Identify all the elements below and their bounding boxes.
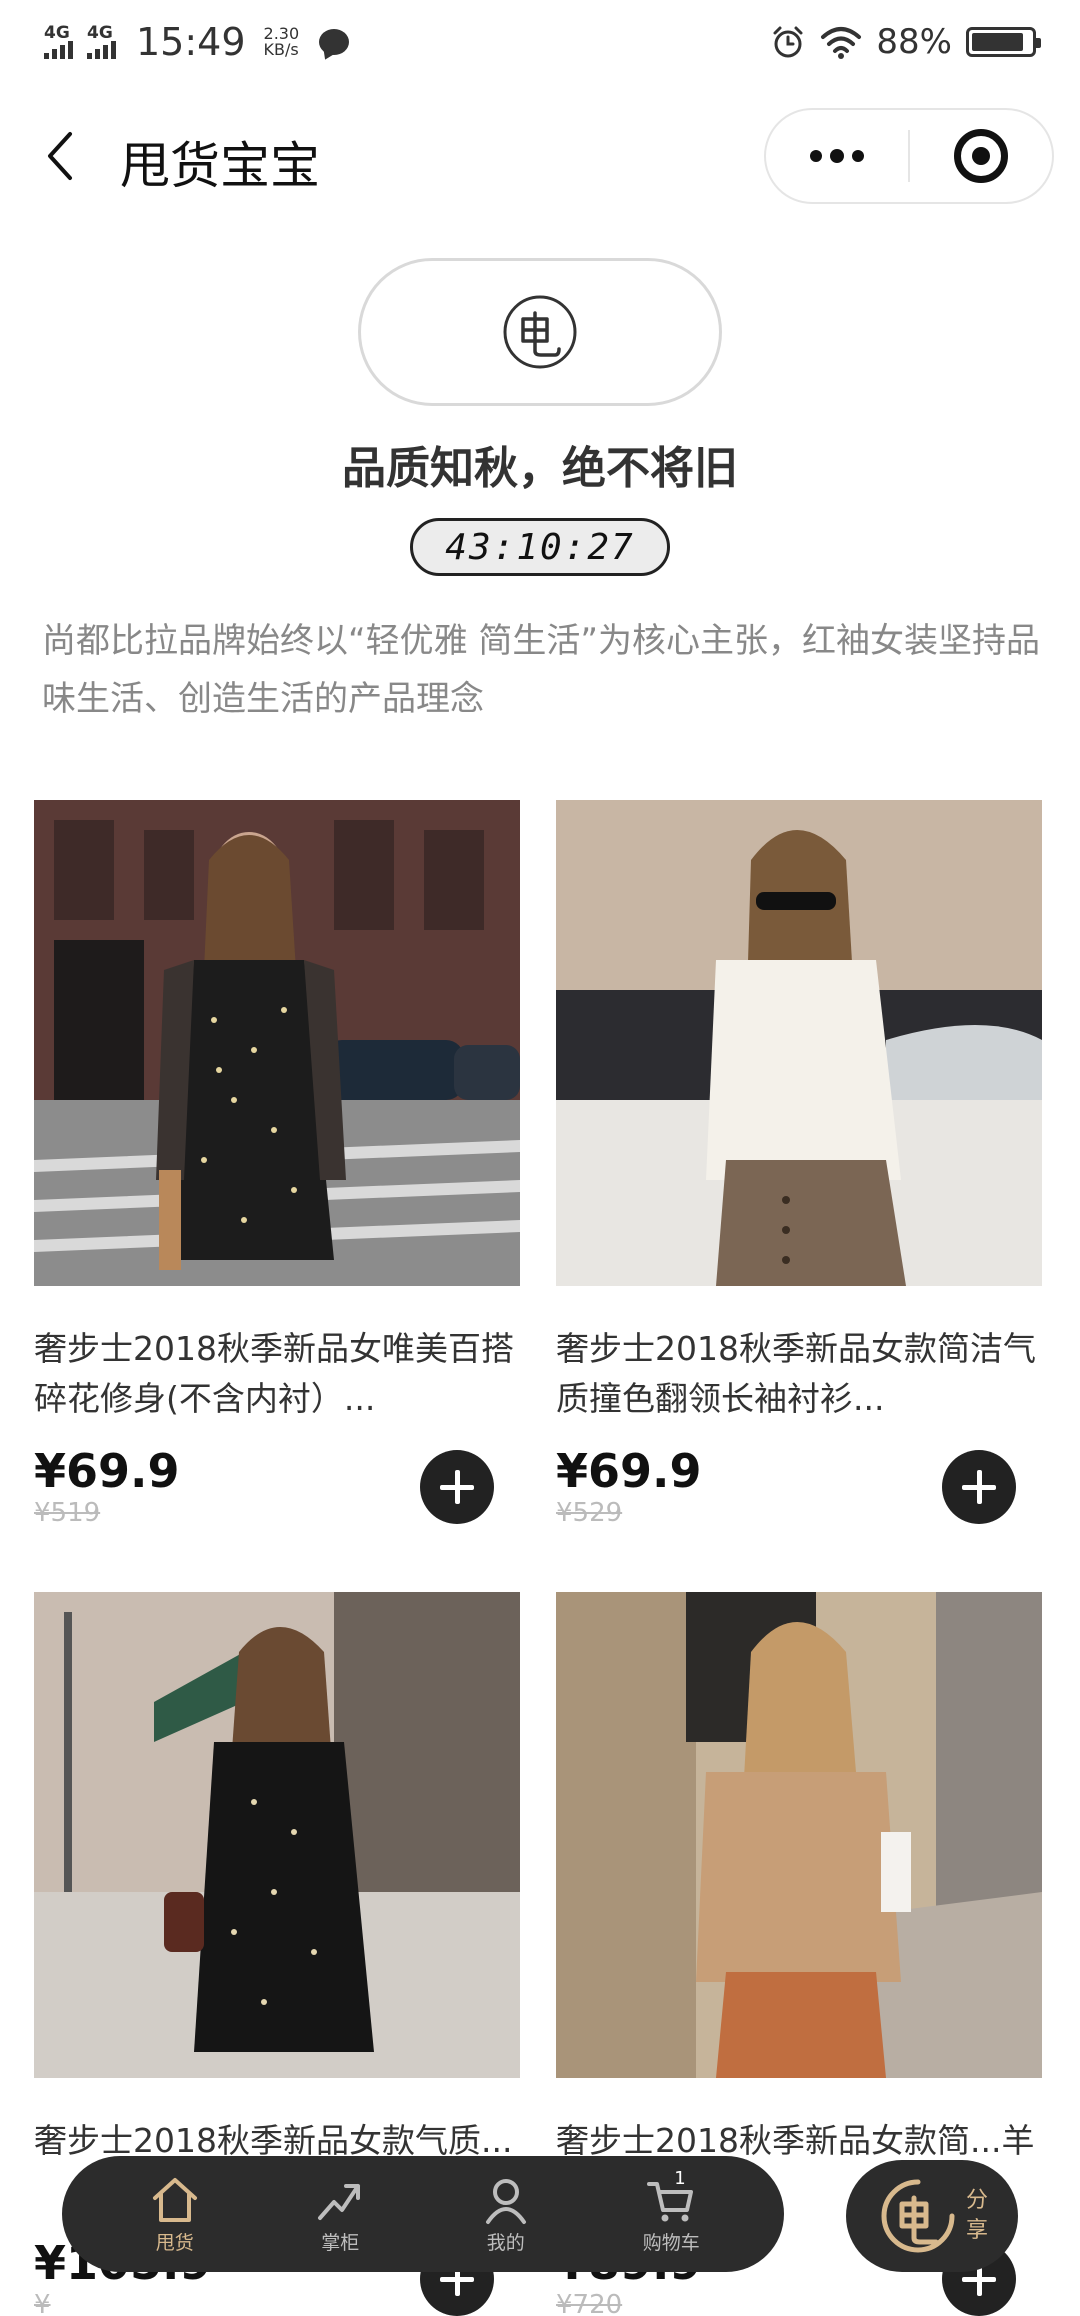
more-button[interactable] (766, 110, 908, 202)
bottom-tab-bar: 甩货 掌柜 我的 1 购物车 (62, 2156, 784, 2272)
share-label-line: 享 (966, 2218, 989, 2243)
product-image[interactable] (556, 1592, 1042, 2078)
tab-label: 掌柜 (321, 2231, 360, 2254)
battery-icon (966, 27, 1041, 57)
more-icon-dot (830, 149, 844, 163)
signal-icon: 4G (44, 25, 73, 59)
add-to-cart-button[interactable] (420, 1450, 494, 1524)
signal-label: 4G (87, 23, 113, 43)
page-title: 甩货宝宝 (120, 137, 320, 195)
more-icon-dot (852, 150, 864, 162)
status-left: 4G 4G 15:49 2.30 KB/s (44, 20, 350, 64)
product-image[interactable] (556, 800, 1042, 1286)
tab-cart[interactable]: 1 购物车 (606, 2164, 736, 2264)
product-image[interactable] (34, 800, 520, 1286)
target-icon (954, 129, 1008, 183)
signal-label: 4G (44, 23, 70, 43)
status-right: 88% (770, 22, 1041, 62)
brand-badge (358, 258, 722, 406)
network-speed-unit: KB/s (263, 40, 299, 59)
tab-label: 我的 (486, 2231, 525, 2254)
home-icon (152, 2177, 197, 2222)
plus-icon (962, 1470, 996, 1504)
brand-description: 尚都比拉品牌始终以“轻优雅 简生活”为核心主张，红袖女装坚持品味生活、创造生活的… (42, 621, 1041, 719)
back-icon (48, 132, 72, 180)
trend-icon (318, 2183, 361, 2220)
clock: 15:49 (136, 20, 246, 64)
alarm-icon (773, 26, 803, 58)
mini-program-capsule (764, 108, 1054, 204)
chat-icon (319, 29, 350, 55)
close-mini-program-button[interactable] (910, 110, 1052, 202)
share-label: 分 享 (966, 2186, 988, 2246)
product-name[interactable]: 奢步士2018秋季新品女款简洁气质撞色翻领长袖衬衫... (556, 1324, 1042, 1424)
product-image[interactable] (34, 1592, 520, 2078)
tab-zhanggui[interactable]: 掌柜 (275, 2164, 405, 2264)
battery-percent: 88% (876, 22, 952, 62)
cart-icon (647, 2181, 694, 2221)
tab-mine[interactable]: 我的 (441, 2164, 571, 2264)
battery-level (972, 33, 1024, 51)
plus-icon (440, 1470, 474, 1504)
product-price-row: ¥69.9 ¥519 (34, 1444, 520, 1534)
product-name[interactable]: 奢步士2018秋季新品女唯美百搭碎花修身(不含内衬）... (34, 1324, 520, 1424)
product-card[interactable]: 奢步士2018秋季新品女唯美百搭碎花修身(不含内衬）... ¥69.9 ¥519 (34, 800, 520, 1534)
promo-headline: 品质知秋，绝不将旧 (342, 443, 738, 494)
product-price-row: ¥69.9 ¥529 (556, 1444, 1042, 1534)
user-icon (485, 2178, 526, 2224)
wifi-icon (821, 27, 862, 59)
brand-logo-icon (503, 295, 577, 369)
countdown-timer: 43:10:27 (410, 518, 670, 576)
tab-label: 购物车 (642, 2231, 700, 2254)
add-to-cart-button[interactable] (942, 1450, 1016, 1524)
tab-label: 甩货 (155, 2231, 194, 2254)
product-card[interactable]: 奢步士2018秋季新品女款简洁气质撞色翻领长袖衬衫... ¥69.9 ¥529 (556, 800, 1042, 1534)
cart-count-badge: 1 (674, 2168, 686, 2189)
network-speed: 2.30 KB/s (264, 26, 300, 58)
status-bar: 4G 4G 15:49 2.30 KB/s 88% (0, 0, 1080, 84)
more-icon (810, 150, 822, 162)
signal-icon: 4G (87, 25, 116, 59)
share-label-line: 分 (966, 2188, 989, 2213)
tab-shuaihuo[interactable]: 甩货 (110, 2164, 240, 2264)
brand-logo-icon (881, 2179, 955, 2253)
share-button[interactable]: 分 享 (846, 2160, 1018, 2272)
nav-bar: 甩货宝宝 (0, 100, 1080, 210)
back-button[interactable] (40, 128, 90, 184)
